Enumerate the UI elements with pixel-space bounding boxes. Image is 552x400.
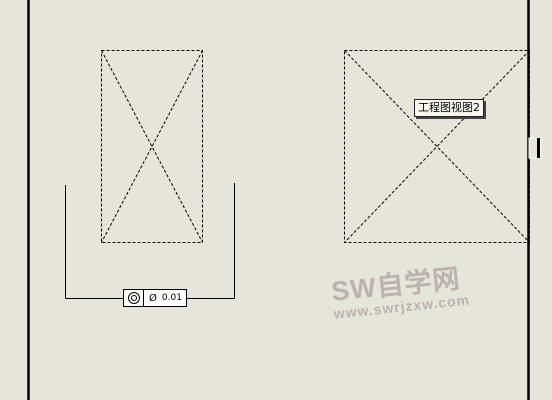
drawing-graphics — [27, 0, 542, 400]
drawing-view-1[interactable] — [101, 50, 203, 243]
diameter-icon: Ø — [149, 292, 157, 304]
drawing-view-2[interactable] — [344, 50, 530, 243]
right-border-marker — [528, 137, 542, 159]
sheet-borders — [27, 0, 530, 400]
tolerance-cell: Ø 0.01 — [144, 290, 186, 306]
geometric-tolerance-frame[interactable]: Ø 0.01 — [123, 289, 187, 307]
drawing-sheet[interactable]: Ø 0.01 工程图视图2 SW自学网 www.swrjzxw.com — [0, 0, 552, 400]
concentricity-cell — [124, 290, 144, 306]
concentricity-icon — [127, 292, 140, 304]
tolerance-value: 0.01 — [161, 293, 182, 303]
leader-lines — [65, 183, 235, 299]
view-tooltip: 工程图视图2 — [414, 99, 484, 117]
